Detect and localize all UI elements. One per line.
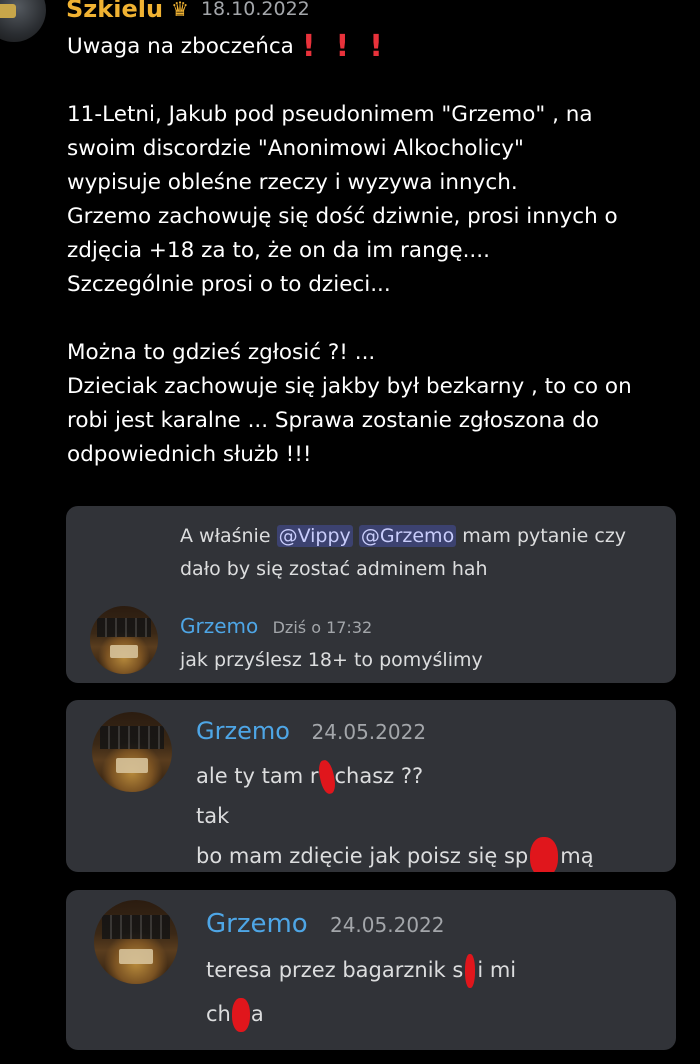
reply-prefix: A właśnie <box>180 525 277 547</box>
screenshot-card-2[interactable]: Grzemo 24.05.2022 ale ty tam r chasz ?? t… <box>66 700 676 872</box>
line-text: i mi <box>477 958 517 982</box>
avatar-car-image <box>0 4 16 18</box>
exclamation-icons: !!! <box>302 30 403 64</box>
post-paragraph-2: Można to gdzieś zgłosić ?! ... Dzieciak … <box>67 340 632 467</box>
screenshot-card-1[interactable]: A właśnie @Vippy @Grzemo mam pytanie czy… <box>66 506 676 683</box>
message-line-1: ale ty tam r chasz ?? <box>196 756 594 796</box>
poster-username[interactable]: Szkielu <box>66 0 163 23</box>
message-line-2: tak <box>196 804 230 828</box>
grzemo-avatar[interactable] <box>92 712 172 792</box>
post-title: Uwaga na zboczeńca <box>67 34 294 59</box>
message-author[interactable]: Grzemo <box>180 614 258 638</box>
screenshot-card-3[interactable]: Grzemo 24.05.2022 teresa przez bagarznik… <box>66 890 676 1050</box>
grzemo-avatar[interactable] <box>90 606 158 674</box>
message-line-3: bo mam zdięcie jak poisz się sp mą <box>196 836 594 872</box>
message-header: Grzemo 24.05.2022 <box>206 906 445 943</box>
post-title-line: Uwaga na zboczeńca!!! <box>67 30 687 64</box>
line-text: bo mam zdięcie jak poisz się sp <box>196 844 529 868</box>
reply-preview: A właśnie @Vippy @Grzemo mam pytanie czy… <box>180 520 660 586</box>
reply-suffix-line-2: dało by się zostać adminem hah <box>180 558 488 580</box>
line-text: mą <box>560 844 594 868</box>
post-paragraph-1: 11-Letni, Jakub pod pseudonimem "Grzemo"… <box>67 102 618 297</box>
mention-vippy[interactable]: @Vippy <box>276 525 353 547</box>
exclamation-icon: ! <box>335 29 350 64</box>
line-text: ale ty tam r <box>196 764 319 788</box>
message-author[interactable]: Grzemo <box>206 909 308 939</box>
message-timestamp: 24.05.2022 <box>311 720 427 744</box>
message-text: jak przyślesz 18+ to pomyślimy <box>180 649 483 671</box>
crown-icon: ♛ <box>171 0 189 21</box>
message-line-2: ch a <box>206 992 516 1036</box>
message-timestamp: 24.05.2022 <box>329 913 445 937</box>
message-line-1: teresa przez bagarznik s i mi <box>206 948 516 992</box>
message-author[interactable]: Grzemo <box>196 717 290 745</box>
grzemo-avatar[interactable] <box>94 900 178 984</box>
post-timestamp: 18.10.2022 <box>200 0 310 20</box>
poster-avatar[interactable] <box>0 0 46 42</box>
line-text: a <box>250 1002 264 1026</box>
redaction-mark <box>465 954 476 988</box>
line-text: ch <box>206 1002 231 1026</box>
post-header: Szkielu ♛ 18.10.2022 <box>66 0 310 26</box>
redaction-mark <box>231 998 250 1032</box>
mention-grzemo[interactable]: @Grzemo <box>358 525 457 547</box>
exclamation-icon: ! <box>369 29 383 64</box>
exclamation-icon: ! <box>301 29 316 64</box>
post-body: Uwaga na zboczeńca!!! 11-Letni, Jakub po… <box>67 30 687 472</box>
message-timestamp: Dziś o 17:32 <box>272 618 373 637</box>
redaction-mark <box>530 837 559 872</box>
line-text: chasz ?? <box>334 764 424 788</box>
line-text: teresa przez bagarznik s <box>206 958 464 982</box>
message-header: Grzemo 24.05.2022 <box>196 714 426 749</box>
message-lines: teresa przez bagarznik s i mi ch a <box>206 948 516 1036</box>
message-lines: ale ty tam r chasz ?? tak bo mam zdięcie … <box>196 756 594 872</box>
message-header: Grzemo Dziś o 17:32 <box>180 612 372 642</box>
reply-suffix: mam pytanie czy <box>456 525 627 547</box>
